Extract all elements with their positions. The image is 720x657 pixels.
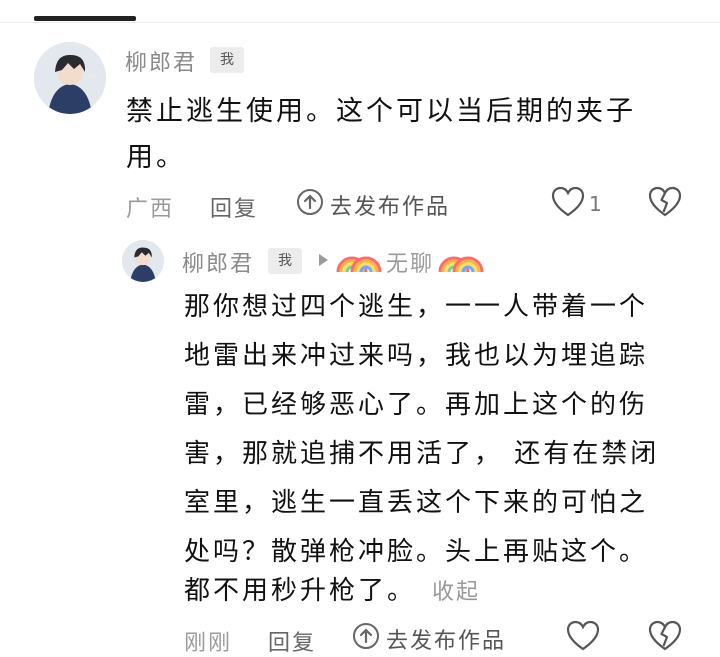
comment-author[interactable]: 柳郎君: [125, 45, 197, 77]
reply-reply-button[interactable]: 回复: [268, 625, 316, 657]
comment-reply-button[interactable]: 回复: [210, 191, 258, 223]
reply-like-button[interactable]: [566, 620, 600, 656]
comment-dislike-button[interactable]: [648, 186, 682, 222]
reply-text-line: 处吗？散弹枪冲脸。头上再贴这个。: [184, 537, 649, 567]
like-count: 1: [589, 192, 602, 216]
reply-dislike-button[interactable]: [648, 620, 682, 656]
comment-like-button[interactable]: 1: [551, 186, 602, 222]
heart-icon: [551, 186, 585, 222]
header-divider: [0, 22, 720, 23]
reply-avatar[interactable]: [122, 240, 164, 282]
publish-label: 去发布作品: [330, 195, 451, 220]
reply-to-target[interactable]: 无聊: [314, 244, 486, 280]
reply-time: 刚刚: [184, 631, 233, 656]
comment-publish-button[interactable]: 去发布作品: [296, 188, 450, 222]
reply-text-line: 雷，已经够恶心了。再加上这个的伤: [184, 390, 649, 420]
collapse-button[interactable]: 收起: [432, 580, 480, 605]
reply-to-name: 无聊: [386, 252, 435, 277]
reply-text-line: 地雷出来冲过来吗，我也以为埋追踪: [184, 341, 649, 371]
broken-heart-icon: [648, 186, 682, 222]
reply-author[interactable]: 柳郎君: [182, 246, 254, 278]
heart-icon: [566, 620, 600, 656]
comment-text-line: 禁止逃生使用。这个可以当后期的夹子: [126, 96, 636, 127]
play-arrow-icon: [314, 250, 332, 275]
reply-publish-button[interactable]: 去发布作品: [352, 622, 506, 656]
publish-label: 去发布作品: [386, 629, 507, 654]
comment-location: 广西: [126, 197, 175, 222]
upload-circle-icon: [352, 622, 380, 656]
rainbow-icon: [436, 244, 486, 280]
reply-text-line-last: 都不用秒升枪了。 收起: [184, 572, 480, 612]
reply-text-line: 害，那就追捕不用活了， 还有在禁闭: [184, 439, 660, 469]
active-tab-indicator: [34, 16, 136, 21]
rainbow-icon: [334, 244, 384, 280]
upload-circle-icon: [296, 188, 324, 222]
comment-text-line: 用。: [126, 142, 186, 173]
reply-text-line: 那你想过四个逃生，一一人带着一个: [184, 292, 649, 322]
avatar[interactable]: [34, 42, 106, 114]
reply-text-end: 都不用秒升枪了。: [184, 576, 417, 606]
me-badge: 我: [210, 47, 244, 73]
me-badge: 我: [268, 248, 302, 274]
reply-text-line: 室里，逃生一直丢这个下来的可怕之: [184, 488, 649, 518]
broken-heart-icon: [648, 620, 682, 656]
